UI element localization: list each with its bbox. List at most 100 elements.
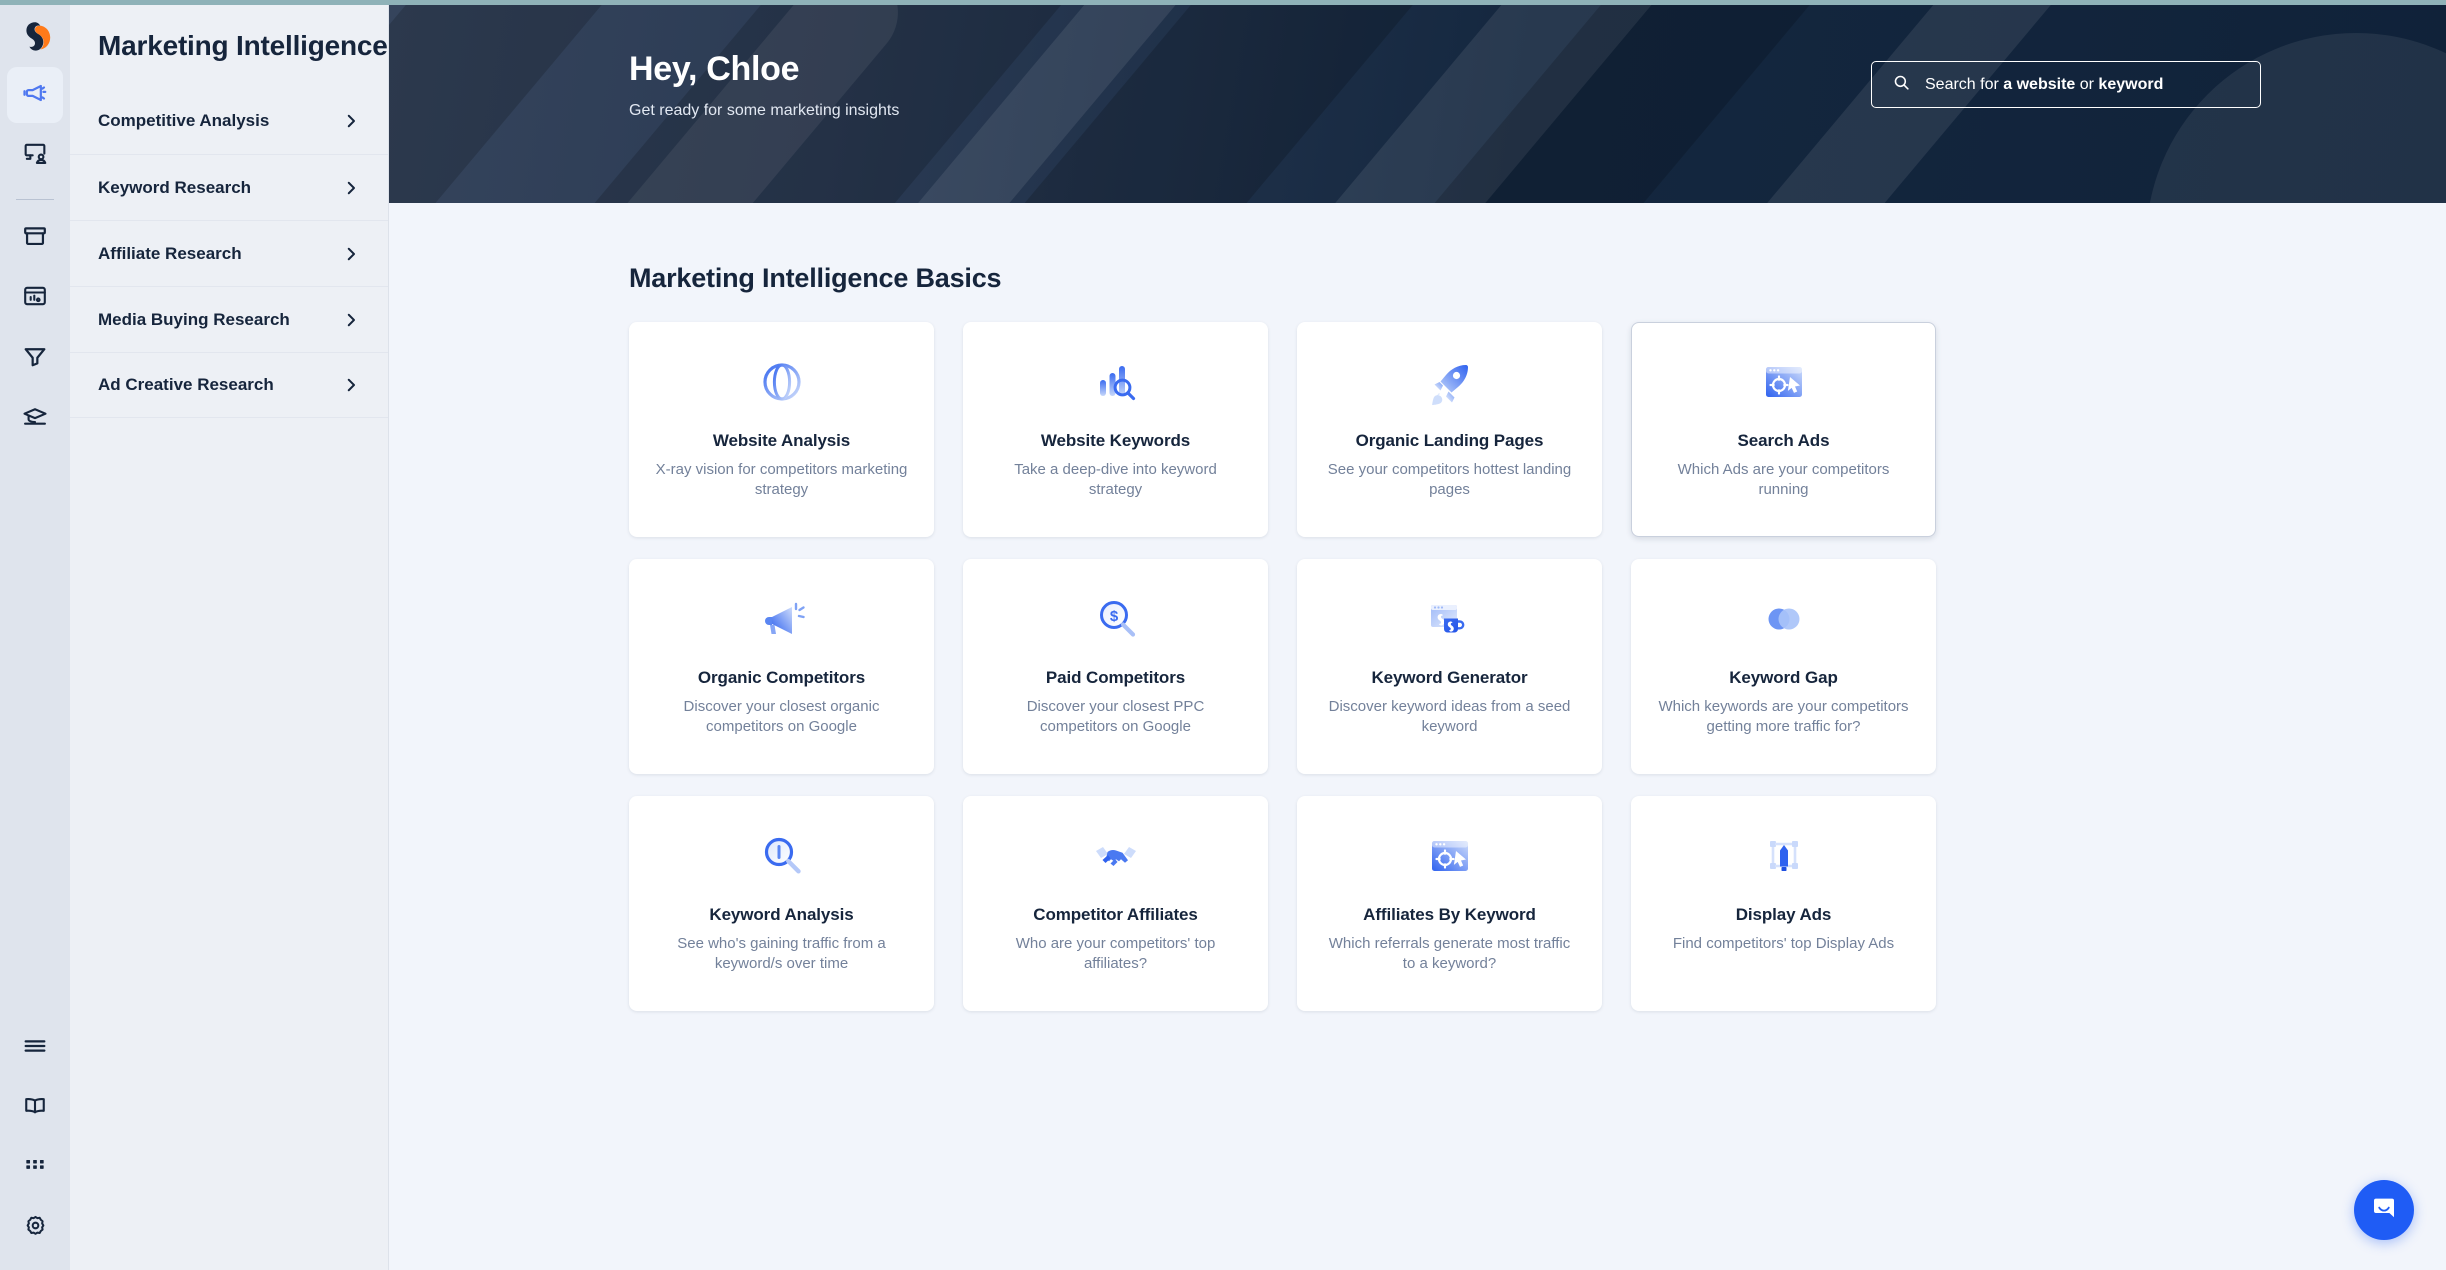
chevron-right-icon	[342, 311, 360, 329]
megaphone-icon	[21, 79, 49, 112]
card-title: Keyword Analysis	[709, 905, 854, 924]
browser-target-cursor-icon	[1758, 351, 1810, 413]
card-title: Website Keywords	[1040, 431, 1191, 450]
search-placeholder: Search for a website or keyword	[1925, 76, 2163, 94]
sidebar-item-media-buying-research[interactable]: Media Buying Research	[70, 286, 388, 352]
open-book-icon	[21, 1092, 49, 1125]
handshake-icon	[1090, 825, 1142, 887]
card-organic-landing-pages[interactable]: Organic Landing Pages See your competito…	[1297, 322, 1602, 537]
app-root: Marketing Intelligence Competitive Analy…	[0, 0, 2446, 1270]
tools-card-grid: Website Analysis X-ray vision for compet…	[629, 322, 1939, 1011]
card-title: Competitor Affiliates	[1033, 905, 1198, 924]
card-title: Search Ads	[1737, 431, 1830, 450]
sidebar-item-label: Media Buying Research	[98, 309, 290, 329]
rail-item-sales-intelligence[interactable]	[7, 330, 63, 386]
dollar-magnifier-icon: $	[1090, 588, 1142, 650]
sidebar-item-affiliate-research[interactable]: Affiliate Research	[70, 220, 388, 286]
rail-item-knowledge-center[interactable]	[7, 1080, 63, 1136]
rail-item-menu[interactable]	[7, 1020, 63, 1076]
section-heading: Marketing Intelligence Basics	[629, 263, 1002, 293]
rail-item-marketing-intelligence[interactable]	[7, 67, 63, 123]
graduation-cap-icon	[21, 402, 49, 435]
card-search-ads[interactable]: Search Ads Which Ads are your competitor…	[1631, 322, 1936, 537]
card-keyword-gap[interactable]: Keyword Gap Which keywords are your comp…	[1631, 559, 1936, 774]
funnel-icon	[21, 342, 49, 375]
search-bold-website: a website	[2003, 75, 2076, 93]
globe-icon	[756, 351, 808, 413]
intercom-launcher-button[interactable]	[2354, 1180, 2414, 1240]
sidebar-item-label: Keyword Research	[98, 177, 252, 197]
sidebar-item-competitive-analysis[interactable]: Competitive Analysis	[70, 88, 388, 154]
card-title: Display Ads	[1735, 905, 1832, 924]
rail-item-shopper-intelligence[interactable]	[7, 210, 63, 266]
chat-bubble-smile-icon	[2369, 1193, 2399, 1228]
search-input[interactable]: Search for a website or keyword	[1871, 61, 2261, 108]
hero-banner: Hey, Chloe Get ready for some marketing …	[389, 5, 2446, 203]
card-title: Organic Landing Pages	[1355, 431, 1544, 450]
hamburger-menu-icon	[21, 1032, 49, 1065]
card-description: Discover keyword ideas from a seed keywo…	[1328, 698, 1571, 735]
search-prefix: Search for	[1925, 75, 2004, 93]
card-organic-competitors[interactable]: Organic Competitors Discover your closes…	[629, 559, 934, 774]
rail-item-settings[interactable]	[7, 1200, 63, 1256]
rail-item-apps[interactable]	[7, 1140, 63, 1196]
card-paid-competitors[interactable]: $ Paid Competitors Discover your closest…	[963, 559, 1268, 774]
bar-chart-search-icon	[1090, 351, 1142, 413]
greeting-text: Hey, Chloe	[629, 50, 800, 88]
card-title: Website Analysis	[712, 431, 851, 450]
icon-rail	[0, 0, 70, 1270]
browser-target-cursor-icon	[1424, 825, 1476, 887]
sidebar-nav-list: Competitive Analysis Keyword Research Af…	[70, 88, 388, 418]
card-title: Affiliates By Keyword	[1363, 905, 1536, 924]
card-description: Discover your closest organic competitor…	[683, 698, 880, 735]
chevron-right-icon	[342, 179, 360, 197]
card-description: Find competitors' top Display Ads	[1672, 935, 1895, 952]
card-description: See your competitors hottest landing pag…	[1327, 461, 1572, 498]
card-affiliates-by-keyword[interactable]: Affiliates By Keyword Which referrals ge…	[1297, 796, 1602, 1011]
rail-item-ad-intelligence[interactable]	[7, 270, 63, 326]
rail-item-academy[interactable]	[7, 390, 63, 446]
card-website-analysis[interactable]: Website Analysis X-ray vision for compet…	[629, 322, 934, 537]
magnifier-bar-icon	[756, 825, 808, 887]
sidebar-item-label: Ad Creative Research	[98, 375, 274, 394]
audience-screen-icon	[21, 139, 49, 172]
rocket-icon	[1424, 351, 1476, 413]
main-content: Hey, Chloe Get ready for some marketing …	[389, 0, 2446, 1270]
card-keyword-analysis[interactable]: Keyword Analysis See who's gaining traff…	[629, 796, 934, 1011]
megaphone-icon	[756, 588, 808, 650]
card-description: See who's gaining traffic from a keyword…	[677, 935, 886, 972]
card-keyword-generator[interactable]: Keyword Generator Discover keyword ideas…	[1297, 559, 1602, 774]
box-archive-icon	[21, 222, 49, 255]
card-website-keywords[interactable]: Website Keywords Take a deep-dive into k…	[963, 322, 1268, 537]
card-description: Which Ads are your competitors running	[1677, 461, 1890, 498]
search-bold-keyword: keyword	[2098, 75, 2164, 93]
similarweb-logo-icon[interactable]	[0, 5, 70, 67]
card-display-ads[interactable]: Display Ads Find competitors' top Displa…	[1631, 796, 1936, 1011]
search-icon	[1892, 73, 1911, 97]
gear-icon	[22, 1212, 49, 1244]
card-description: Discover your closest PPC competitors on…	[1026, 698, 1205, 735]
browser-chart-icon	[21, 282, 49, 315]
card-competitor-affiliates[interactable]: Competitor Affiliates Who are your compe…	[963, 796, 1268, 1011]
svg-text:$: $	[1109, 608, 1118, 625]
display-banner-icon	[1758, 825, 1810, 887]
sidebar-item-keyword-research[interactable]: Keyword Research	[70, 154, 388, 220]
sidebar-nav-panel: Marketing Intelligence Competitive Analy…	[70, 0, 389, 1270]
greeting-subtitle: Get ready for some marketing insights	[629, 102, 900, 120]
chevron-right-icon	[342, 376, 360, 394]
sidebar-item-label: Competitive Analysis	[98, 111, 270, 130]
grid-apps-icon	[22, 1153, 48, 1184]
browser-mug-icon	[1424, 588, 1476, 650]
sidebar-item-label: Affiliate Research	[98, 243, 242, 263]
rail-divider	[16, 199, 54, 200]
rail-bottom-group	[7, 1020, 63, 1270]
card-description: Who are your competitors' top affiliates…	[1015, 935, 1216, 972]
chevron-right-icon	[342, 245, 360, 263]
card-title: Keyword Gap	[1729, 668, 1838, 687]
card-description: Which keywords are your competitors gett…	[1658, 698, 1909, 735]
rail-item-audience-intelligence[interactable]	[7, 127, 63, 183]
card-description: X-ray vision for competitors marketing s…	[655, 461, 908, 498]
chevron-right-icon	[342, 112, 360, 130]
top-accent-bar	[0, 0, 2446, 5]
sidebar-item-ad-creative-research[interactable]: Ad Creative Research	[70, 352, 388, 418]
